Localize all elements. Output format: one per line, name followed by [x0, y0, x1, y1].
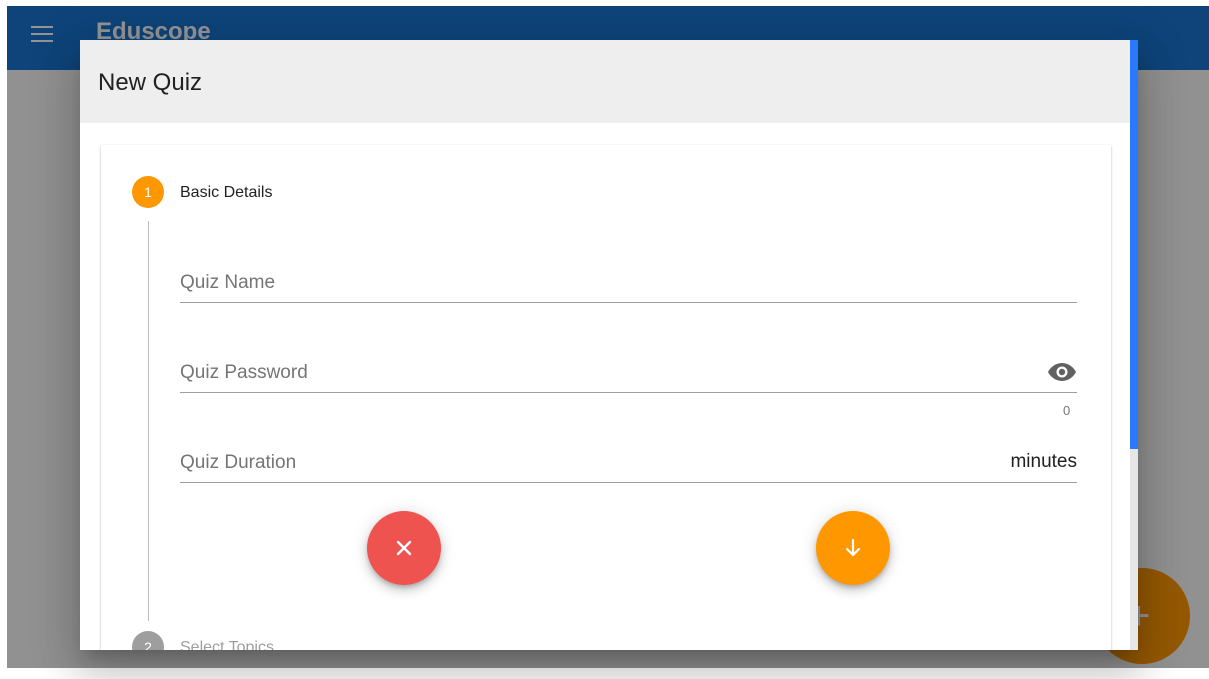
step-2-indicator[interactable]: 2 [132, 631, 164, 650]
duration-unit-suffix: minutes [1010, 451, 1077, 472]
eye-icon[interactable] [1047, 361, 1077, 383]
stepper-card: 1 Basic Details 0 minutes [101, 145, 1111, 650]
cancel-button[interactable] [367, 511, 441, 585]
dialog-title: New Quiz [98, 69, 203, 96]
new-quiz-dialog: New Quiz 1 Basic Details 0 [80, 40, 1138, 650]
next-step-button[interactable] [816, 511, 890, 585]
dialog-content: 1 Basic Details 0 minutes [80, 123, 1130, 650]
window-frame-bottom [0, 668, 1209, 679]
quiz-password-field [180, 353, 1077, 393]
step-2-title[interactable]: Select Topics [180, 639, 274, 650]
quiz-name-input[interactable] [180, 263, 1077, 303]
window-frame-top [0, 0, 1209, 6]
step-1-indicator[interactable]: 1 [132, 176, 164, 208]
close-icon [396, 540, 412, 556]
scrollbar-thumb[interactable] [1130, 40, 1138, 449]
dialog-scrollbar[interactable] [1130, 40, 1138, 650]
dialog-header: New Quiz [80, 40, 1130, 123]
password-char-counter: 0 [1063, 403, 1071, 418]
quiz-password-input[interactable] [180, 353, 1077, 393]
quiz-duration-field: minutes [180, 443, 1077, 483]
quiz-duration-input[interactable] [180, 443, 1077, 483]
step-1-title[interactable]: Basic Details [180, 184, 272, 202]
step-connector-line [148, 221, 149, 621]
arrow-down-icon [845, 538, 861, 557]
window-frame-left [0, 0, 7, 679]
quiz-name-field [180, 263, 1077, 303]
